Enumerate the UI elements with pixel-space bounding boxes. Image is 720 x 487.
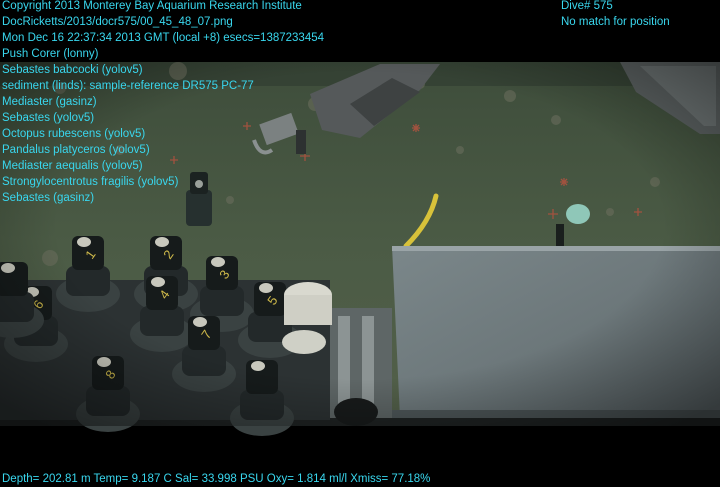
overlay-sensor-readout: Depth= 202.81 m Temp= 9.187 C Sal= 33.99… <box>2 473 431 485</box>
overlay-label: Octopus rubescens (yolov5) <box>2 128 146 140</box>
overlay-timestamp: Mon Dec 16 22:37:34 2013 GMT (local +8) … <box>2 32 324 44</box>
overlay-image-path: DocRicketts/2013/docr575/00_45_48_07.png <box>2 16 233 28</box>
overlay-position-status: No match for position <box>561 16 670 28</box>
overlay-annotation-list: Copyright 2013 Monterey Bay Aquarium Res… <box>2 0 324 206</box>
overlay-dive-number: Dive# 575 <box>561 0 613 12</box>
overlay-label: Mediaster (gasinz) <box>2 96 97 108</box>
overlay-label: Mediaster aequalis (yolov5) <box>2 160 143 172</box>
overlay-copyright: Copyright 2013 Monterey Bay Aquarium Res… <box>2 0 302 12</box>
overlay-label: Pandalus platyceros (yolov5) <box>2 144 150 156</box>
overlay-label: Sebastes (yolov5) <box>2 112 95 124</box>
overlay-label: sediment (linds): sample-reference DR575… <box>2 80 254 92</box>
overlay-label: Push Corer (lonny) <box>2 48 99 60</box>
overlay-dive-info: Dive# 575 No match for position <box>561 0 670 30</box>
overlay-label: Sebastes (gasinz) <box>2 192 95 204</box>
overlay-label: Sebastes babcocki (yolov5) <box>2 64 143 76</box>
overlay-label: Strongylocentrotus fragilis (yolov5) <box>2 176 179 188</box>
